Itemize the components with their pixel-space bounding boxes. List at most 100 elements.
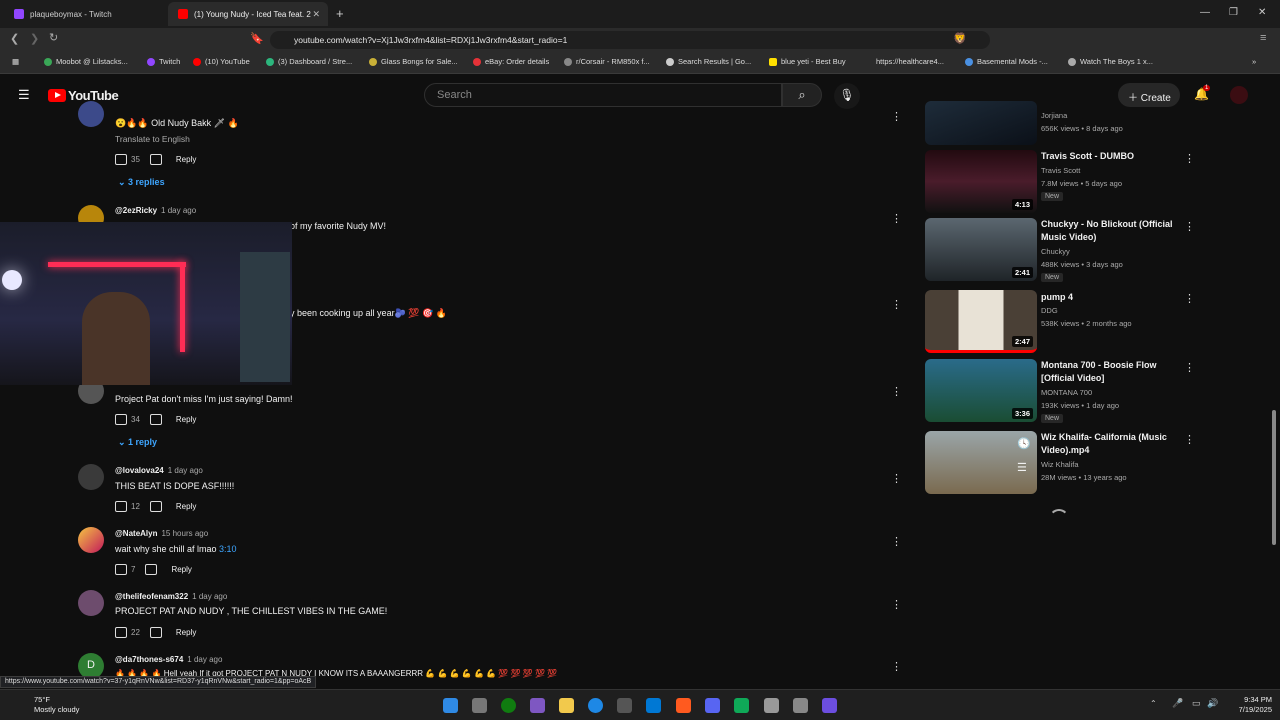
- copilot-icon[interactable]: [530, 698, 545, 713]
- avatar[interactable]: [78, 464, 104, 490]
- video-channel[interactable]: Jorjiana: [1041, 111, 1067, 120]
- comment-more-icon[interactable]: ⋮: [891, 472, 902, 485]
- like-icon[interactable]: [115, 501, 127, 512]
- comment-author[interactable]: @lovalova24 1 day ago: [115, 466, 203, 475]
- network-icon[interactable]: ▭: [1192, 698, 1201, 709]
- avatar[interactable]: [78, 590, 104, 616]
- video-title[interactable]: Chuckyy - No Blickout (Official Music Vi…: [1041, 218, 1176, 244]
- edge-icon[interactable]: [588, 698, 603, 713]
- translate-link[interactable]: Translate to English: [115, 134, 190, 144]
- weather-widget[interactable]: 75°F Mostly cloudy: [10, 695, 79, 715]
- timestamp-link[interactable]: 3:10: [219, 544, 237, 554]
- bookmark-item[interactable]: Glass Bongs for Sale...: [369, 57, 458, 66]
- comment-more-icon[interactable]: ⋮: [891, 212, 902, 225]
- dislike-icon[interactable]: [149, 627, 162, 638]
- comment-more-icon[interactable]: ⋮: [891, 298, 902, 311]
- comment-author[interactable]: @2ezRicky 1 day ago: [115, 206, 196, 215]
- voice-search-icon[interactable]: 🎙: [834, 83, 860, 109]
- bookmark-item[interactable]: Search Results | Go...: [666, 57, 751, 66]
- bookmark-item[interactable]: Moobot @ Lilstacks...: [44, 57, 128, 66]
- store-icon[interactable]: [617, 698, 632, 713]
- window-close-icon[interactable]: ✕: [1258, 7, 1266, 18]
- video-more-icon[interactable]: ⋮: [1184, 220, 1195, 233]
- address-bar[interactable]: youtube.com/watch?v=Xj1Jw3rxfm4&list=RDX…: [270, 31, 990, 49]
- reply-button[interactable]: Reply: [176, 502, 196, 511]
- like-icon[interactable]: [115, 627, 127, 638]
- search-input[interactable]: Search: [424, 83, 782, 107]
- bookmark-item[interactable]: r/Corsair - RM850x f...: [564, 57, 650, 66]
- reply-button[interactable]: Reply: [176, 155, 196, 164]
- video-title[interactable]: Montana 700 - Boosie Flow [Official Vide…: [1041, 359, 1176, 385]
- youtube-logo[interactable]: YouTube: [48, 88, 119, 103]
- microphone-icon[interactable]: 🎤: [1172, 698, 1183, 709]
- comment-author[interactable]: @NateAlyn 15 hours ago: [115, 529, 208, 538]
- video-more-icon[interactable]: ⋮: [1184, 292, 1195, 305]
- apps-icon[interactable]: ▦: [12, 57, 19, 66]
- forward-icon[interactable]: ❯: [30, 32, 39, 45]
- bookmark-item[interactable]: Watch The Boys 1 x...: [1068, 57, 1153, 66]
- video-channel[interactable]: DDG: [1041, 306, 1058, 315]
- comment-more-icon[interactable]: ⋮: [891, 385, 902, 398]
- brave-icon[interactable]: [676, 698, 691, 713]
- back-icon[interactable]: ❮: [10, 32, 19, 45]
- page-scrollbar[interactable]: [1272, 410, 1276, 545]
- avatar[interactable]: [78, 101, 104, 127]
- reload-icon[interactable]: ↻: [49, 31, 58, 44]
- comment-author[interactable]: @da7thones-s674 1 day ago: [115, 655, 222, 664]
- video-channel[interactable]: Wiz Khalifa: [1041, 460, 1079, 469]
- bookmark-item[interactable]: eBay: Order details: [473, 57, 549, 66]
- app-icon[interactable]: [793, 698, 808, 713]
- outlook-icon[interactable]: [646, 698, 661, 713]
- start-icon[interactable]: [443, 698, 458, 713]
- bookmark-item[interactable]: Twitch: [147, 57, 180, 66]
- reply-button[interactable]: Reply: [176, 628, 196, 637]
- like-icon[interactable]: [115, 414, 127, 425]
- watch-later-icon[interactable]: 🕓: [1017, 437, 1031, 450]
- video-title[interactable]: pump 4: [1041, 291, 1176, 304]
- bookmark-item[interactable]: blue yeti - Best Buy: [769, 57, 846, 66]
- video-more-icon[interactable]: ⋮: [1184, 433, 1195, 446]
- app-icon[interactable]: [734, 698, 749, 713]
- close-tab-icon[interactable]: ✕: [312, 9, 320, 20]
- new-tab-button[interactable]: +: [336, 6, 344, 21]
- comment-more-icon[interactable]: ⋮: [891, 535, 902, 548]
- bookmark-item[interactable]: Basemental Mods -...: [965, 57, 1048, 66]
- xbox-icon[interactable]: [501, 698, 516, 713]
- app-icon[interactable]: [764, 698, 779, 713]
- video-channel[interactable]: Chuckyy: [1041, 247, 1070, 256]
- video-channel[interactable]: Travis Scott: [1041, 166, 1080, 175]
- comment-more-icon[interactable]: ⋮: [891, 660, 902, 673]
- dislike-icon[interactable]: [149, 154, 162, 165]
- add-to-queue-icon[interactable]: ☰: [1017, 461, 1027, 474]
- volume-icon[interactable]: 🔊: [1207, 698, 1218, 709]
- video-more-icon[interactable]: ⋮: [1184, 361, 1195, 374]
- video-channel[interactable]: MONTANA 700: [1041, 388, 1092, 397]
- browser-tab-youtube[interactable]: (1) Young Nudy - Iced Tea feat. 2 ✕: [168, 2, 328, 26]
- dislike-icon[interactable]: [149, 414, 162, 425]
- dislike-icon[interactable]: [149, 501, 162, 512]
- brave-shields-icon[interactable]: 🦁: [953, 32, 967, 45]
- browser-tab-twitch[interactable]: plaqueboymax - Twitch: [4, 2, 164, 26]
- video-thumbnail[interactable]: 2:47: [925, 290, 1037, 353]
- reply-button[interactable]: Reply: [176, 415, 196, 424]
- video-thumbnail[interactable]: 4:13: [925, 150, 1037, 213]
- video-more-icon[interactable]: ⋮: [1184, 152, 1195, 165]
- video-thumbnail[interactable]: 3:36: [925, 359, 1037, 422]
- maximize-icon[interactable]: ❐: [1229, 7, 1238, 18]
- view-replies-button[interactable]: ⌄ 3 replies: [118, 177, 165, 188]
- comment-author[interactable]: @thelifeofenam322 1 day ago: [115, 592, 227, 601]
- tray-overflow-icon[interactable]: ⌃: [1150, 699, 1157, 708]
- account-avatar[interactable]: [1230, 86, 1248, 104]
- video-title[interactable]: Wiz Khalifa- California (Music Video).mp…: [1041, 431, 1176, 457]
- menu-icon[interactable]: ≡: [1260, 32, 1266, 44]
- more-bookmarks-icon[interactable]: »: [1252, 57, 1256, 66]
- avatar[interactable]: [78, 527, 104, 553]
- discord-icon[interactable]: [705, 698, 720, 713]
- view-replies-button[interactable]: ⌄ 1 reply: [118, 437, 157, 448]
- bookmark-item[interactable]: (3) Dashboard / Stre...: [266, 57, 352, 66]
- create-button[interactable]: ＋ Create: [1118, 83, 1180, 107]
- video-thumbnail[interactable]: 2:41: [925, 218, 1037, 281]
- clock[interactable]: 9:34 PM 7/19/2025: [1222, 695, 1272, 715]
- video-title[interactable]: Travis Scott - DUMBO: [1041, 150, 1176, 163]
- bookmark-icon[interactable]: 🔖: [250, 32, 264, 45]
